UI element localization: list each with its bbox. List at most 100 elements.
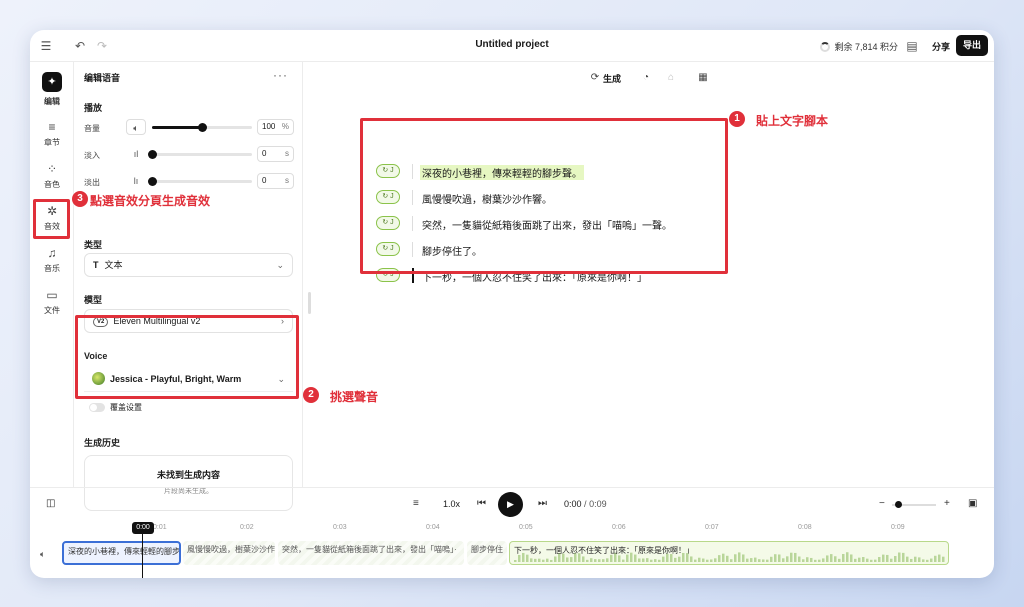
skip-back-icon[interactable]: ⏮︎	[477, 498, 486, 509]
waveform	[514, 552, 945, 562]
rail-item-chapters[interactable]: ≡ 章节	[30, 120, 74, 148]
total-time: 0:09	[589, 499, 607, 509]
annotation-badge: 2	[303, 387, 319, 403]
logo-icon: ✦	[42, 72, 62, 92]
volume-field[interactable]: 100 %	[257, 119, 294, 135]
fade-out-slider[interactable]	[148, 177, 252, 186]
timeline-ruler[interactable]: 0:01 0:02 0:03 0:04 0:05 0:06 0:07 0:08 …	[30, 521, 994, 535]
grid-icon: ⁘	[46, 162, 58, 176]
override-label: 覆盖设置	[110, 403, 142, 412]
type-heading: 类型	[84, 240, 103, 250]
ruler-tick: 0:05	[519, 524, 533, 531]
fade-in-value: 0	[262, 149, 267, 158]
app-window: ☰ ↶ ↷ Untitled project 剩余 7,814 积分 ▤ 分享 …	[30, 30, 994, 578]
speed-button[interactable]: 1.0x	[443, 499, 460, 509]
rail-label: 编辑	[44, 97, 60, 106]
volume-unit: %	[281, 122, 289, 131]
timeline-clip[interactable]: 深夜的小巷裡，傳來輕輕的腳步	[62, 541, 181, 565]
credits-text: 剩余 7,814 积分	[834, 42, 898, 52]
lock-icon[interactable]: ⌂	[664, 71, 678, 85]
annotation-badge: 1	[729, 111, 745, 127]
rail-label: 音色	[44, 180, 60, 189]
speed-icon[interactable]: ◔	[639, 71, 653, 85]
fade-out-slider-knob[interactable]	[148, 177, 157, 186]
rail-item-music[interactable]: ♫ 音乐	[30, 246, 74, 274]
volume-slider[interactable]	[152, 123, 252, 132]
history-heading: 生成历史	[84, 438, 121, 448]
volume-value: 100	[262, 122, 276, 131]
track-volume-icon[interactable]: 🔈︎	[40, 549, 45, 560]
model-heading: 模型	[84, 295, 103, 305]
speaker-icon[interactable]: 🔈︎	[126, 119, 146, 135]
playhead-line[interactable]	[142, 533, 143, 578]
zoom-slider[interactable]	[892, 501, 936, 508]
skip-forward-icon[interactable]: ⏭︎	[538, 498, 547, 509]
zoom-slider-knob[interactable]	[895, 501, 902, 508]
timeline-clip[interactable]: 風慢慢吹過，樹葉沙沙作	[183, 541, 275, 565]
panel-resize-handle[interactable]	[308, 292, 311, 314]
caption-icon[interactable]: ▣	[968, 498, 977, 509]
ruler-tick: 0:03	[333, 524, 347, 531]
ruler-tick: 0:09	[891, 524, 905, 531]
credits-ring-icon	[820, 41, 831, 52]
timeline-clip[interactable]: 腳步停住	[467, 541, 507, 565]
clip-label: 突然，一隻貓從紙箱後面跳了出來，發出「喵嗚」·	[282, 545, 457, 554]
share-button[interactable]: 分享	[932, 40, 950, 53]
timeline-clip[interactable]: 突然，一隻貓從紙箱後面跳了出來，發出「喵嗚」·	[278, 541, 464, 565]
ruler-tick: 0:02	[240, 524, 254, 531]
fade-in-slider-knob[interactable]	[148, 150, 157, 159]
current-time: 0:00	[564, 499, 582, 509]
fade-out-field[interactable]: 0 s	[257, 173, 294, 189]
list-icon: ≡	[48, 120, 56, 134]
rail-item-voices[interactable]: ⁘ 音色	[30, 162, 74, 190]
layout-icon[interactable]: ▦	[696, 71, 710, 85]
volume-slider-fill	[152, 126, 202, 129]
more-icon[interactable]: ···	[273, 68, 288, 82]
rail-label: 文件	[44, 306, 60, 315]
ruler-tick: 0:01	[153, 524, 167, 531]
annotation-box-sfx-tab	[33, 199, 70, 239]
annotation-text: 貼上文字腳本	[756, 114, 829, 128]
top-bar: ☰ ↶ ↷ Untitled project 剩余 7,814 积分 ▤ 分享 …	[30, 30, 994, 62]
ruler-tick: 0:06	[612, 524, 626, 531]
annotation-badge: 3	[72, 191, 88, 207]
ruler-tick: 0:07	[705, 524, 719, 531]
fade-out-label: 淡出	[84, 178, 100, 187]
clip-label: 風慢慢吹過，樹葉沙沙作	[187, 545, 275, 554]
sidebar-toggle-icon[interactable]: ◫	[46, 498, 55, 509]
zoom-out-icon[interactable]: −	[879, 498, 885, 509]
left-rail: ✦ 编辑 ≡ 章节 ⁘ 音色 ✲ 音效 ♫ 音乐 ▭ 文件	[30, 62, 74, 487]
volume-slider-knob[interactable]	[198, 123, 207, 132]
fade-out-unit: s	[285, 176, 289, 185]
generate-button[interactable]: 生成	[603, 72, 621, 85]
fade-in-field[interactable]: 0 s	[257, 146, 294, 162]
playhead-time[interactable]: 0:00	[132, 522, 154, 534]
playback-heading: 播放	[84, 103, 103, 113]
fade-out-icon: lı	[133, 176, 139, 186]
play-button[interactable]: ▶	[498, 492, 523, 517]
music-icon: ♫	[47, 246, 57, 260]
type-value: 文本	[104, 260, 123, 270]
player-bar: ◫ ≡ 1.0x ⏮︎ ▶ ⏭︎ 0:00 / 0:09 − + ▣	[30, 487, 994, 521]
fade-in-slider[interactable]	[148, 150, 252, 159]
playlist-icon[interactable]: ≡	[413, 498, 419, 509]
audio-track: 🔈︎ 深夜的小巷裡，傳來輕輕的腳步 風慢慢吹過，樹葉沙沙作 突然，一隻貓從紙箱後…	[30, 538, 994, 568]
credits-indicator: 剩余 7,814 积分	[820, 40, 898, 53]
annotation-box-script	[360, 118, 728, 274]
rail-item-files[interactable]: ▭ 文件	[30, 288, 74, 316]
fade-in-unit: s	[285, 149, 289, 158]
history-empty-title: 未找到生成内容	[156, 470, 220, 480]
timeline-clip[interactable]: 下一秒，一個人忍不住笑了出來：「原來是你啊！」	[509, 541, 949, 565]
type-select[interactable]: T 文本 ⌄	[84, 253, 293, 277]
edit-voice-panel: 编辑语音 ··· 播放 音量 🔈︎ 100 % 淡入 ıl 0 s 淡出 lı	[74, 62, 303, 511]
rail-item-edit[interactable]: ✦ 编辑	[30, 72, 74, 107]
chat-icon[interactable]: ▤	[904, 38, 920, 54]
clip-label: 深夜的小巷裡，傳來輕輕的腳步	[68, 547, 180, 556]
fade-in-label: 淡入	[84, 151, 100, 160]
volume-label: 音量	[84, 124, 100, 133]
clip-label: 腳步停住	[471, 545, 503, 554]
export-button[interactable]: 导出	[955, 35, 988, 56]
zoom-in-icon[interactable]: +	[944, 498, 950, 509]
folder-icon: ▭	[46, 288, 58, 302]
override-toggle[interactable]	[89, 403, 105, 412]
